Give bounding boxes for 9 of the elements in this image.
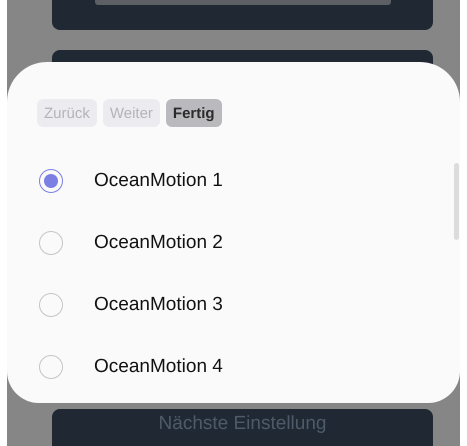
radio-button[interactable] <box>39 169 63 193</box>
step-button[interactable]: Fertig <box>166 99 222 127</box>
option-label[interactable]: OceanMotion 3 <box>94 294 223 316</box>
radio-button[interactable] <box>39 231 63 255</box>
option-label[interactable]: OceanMotion 2 <box>94 232 223 254</box>
radio-button[interactable] <box>39 293 63 317</box>
option-label[interactable]: OceanMotion 4 <box>94 356 223 378</box>
option-label[interactable]: OceanMotion 1 <box>94 170 223 192</box>
radio-button[interactable] <box>39 355 63 379</box>
